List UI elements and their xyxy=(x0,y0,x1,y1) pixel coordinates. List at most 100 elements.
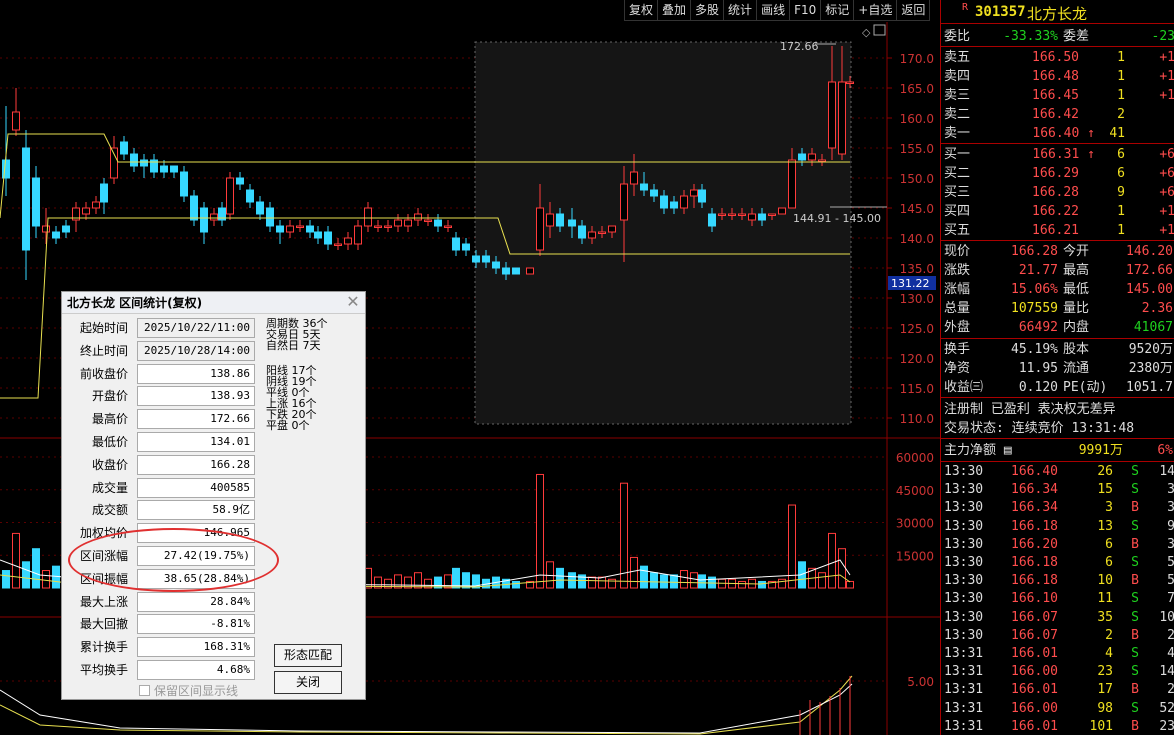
ask-row: 卖三 166.45 1 +1 xyxy=(941,86,1174,105)
keep-interval-checkbox[interactable]: 保留区间显示线 xyxy=(139,682,238,699)
volume-bar xyxy=(630,556,638,589)
volume-bar xyxy=(828,532,836,589)
tick-direction: S xyxy=(1131,700,1139,716)
fund-label: 流通 xyxy=(1063,361,1090,376)
ask-price: 166.48 xyxy=(1032,69,1079,84)
stat-value: 41067 xyxy=(1133,320,1173,335)
tick-row: 13:30 166.07 2 B 2 xyxy=(941,626,1174,645)
bid-volume: 1 xyxy=(1117,204,1125,219)
dialog-close-button[interactable]: 关闭 xyxy=(274,671,342,694)
tick-row: 13:30 166.18 6 S 5 xyxy=(941,553,1174,572)
stat-line: 平盘 0个 xyxy=(266,419,310,432)
main-force-row: 主力净额 ▤ 9991万 6% xyxy=(941,441,1174,460)
tick-time: 13:30 xyxy=(944,609,984,625)
tick-price: 166.18 xyxy=(1011,555,1058,570)
field-value: 166.28 xyxy=(137,454,255,475)
ask-row: 卖五 166.50 1 +1 xyxy=(941,48,1174,67)
toolbar-stats-button[interactable]: 统计 xyxy=(723,0,758,21)
bid-row: 买二 166.29 6 +6 xyxy=(941,164,1174,183)
candle-body xyxy=(344,237,352,245)
field-label: 成交量 xyxy=(91,480,128,495)
candle-body xyxy=(100,183,108,203)
toolbar-draw-button[interactable]: 画线 xyxy=(756,0,791,21)
trade-status-text: 交易状态: 连续竞价 13:31:48 xyxy=(944,421,1135,436)
candle-body xyxy=(314,231,322,239)
tick-count: 52 xyxy=(1159,700,1174,716)
tick-count: 2 xyxy=(1167,680,1174,699)
candle-body xyxy=(110,147,118,179)
stat-label: 外盘 xyxy=(944,320,971,335)
price-tick-label: 155.0 xyxy=(900,142,934,156)
checkbox-icon xyxy=(139,685,150,696)
bid-row: 买五 166.21 1 +1 xyxy=(941,221,1174,240)
toolbar-overlay-button[interactable]: 叠加 xyxy=(657,0,692,21)
ask-price: 166.50 xyxy=(1032,50,1079,65)
toolbar-back-button[interactable]: 返回 xyxy=(896,0,931,21)
tick-volume: 3 xyxy=(1105,500,1113,516)
panel-separator xyxy=(941,143,1174,144)
candle-body xyxy=(778,207,786,215)
tick-direction: B xyxy=(1131,627,1139,643)
pattern-match-button[interactable]: 形态匹配 xyxy=(274,644,342,667)
stat-value: 21.77 xyxy=(1018,263,1058,278)
stat-label: 涨幅 xyxy=(944,282,971,297)
candle-body xyxy=(180,171,188,197)
volume-bar xyxy=(690,572,698,589)
weibi-value: -33.33% xyxy=(1003,29,1058,44)
volume-bar xyxy=(598,576,606,589)
tick-count: 3 xyxy=(1167,498,1174,517)
field-label: 成交额 xyxy=(91,503,128,518)
close-icon[interactable]: ✕ xyxy=(345,294,361,310)
tick-direction: S xyxy=(1131,591,1139,607)
field-label: 收盘价 xyxy=(91,457,128,472)
diamond-icon: ◇ xyxy=(862,26,871,39)
chart-toolbar: 复权 叠加 多股 统计 画线 F10 标记 +自选 返回 xyxy=(624,0,931,21)
bid-label: 买一 xyxy=(944,147,971,162)
candle-body xyxy=(568,219,576,227)
price-tick-label: 115.0 xyxy=(900,382,934,396)
candle-body xyxy=(462,243,470,251)
annotation-circle xyxy=(68,528,279,592)
candle-body xyxy=(424,219,432,222)
stat-value: 2.36 xyxy=(1141,301,1173,316)
tick-volume: 13 xyxy=(1097,518,1113,534)
candle-body xyxy=(680,195,688,209)
field-value: 2025/10/22/11:00 xyxy=(137,318,255,338)
candle-body xyxy=(226,177,234,215)
candle-body xyxy=(374,225,382,228)
candle-body xyxy=(32,177,40,227)
toolbar-f10-button[interactable]: F10 xyxy=(789,0,822,21)
toolbar-multi-stock-button[interactable]: 多股 xyxy=(690,0,725,21)
candle-body xyxy=(22,147,30,251)
candle-body xyxy=(728,213,736,216)
ask-price: 166.40 ↑ xyxy=(1032,126,1095,141)
candle-body xyxy=(578,225,586,239)
candle-body xyxy=(546,213,554,227)
candle-body xyxy=(190,195,198,221)
volume-tick-label: 15000 xyxy=(896,549,934,563)
candle-body xyxy=(354,225,362,245)
toolbar-fuquan-button[interactable]: 复权 xyxy=(624,0,659,21)
stat-label: 今开 xyxy=(1063,244,1090,259)
toolbar-mark-button[interactable]: 标记 xyxy=(820,0,855,21)
tick-count: 7 xyxy=(1167,589,1174,608)
toolbar-add-watchlist-button[interactable]: +自选 xyxy=(853,0,898,21)
bid-price: 166.28 xyxy=(1032,185,1079,200)
volume-bar xyxy=(660,574,668,589)
volume-tick-label: 30000 xyxy=(896,517,934,531)
candle-body xyxy=(52,231,60,239)
volume-bar xyxy=(452,567,460,589)
fund-label: 股本 xyxy=(1063,342,1090,357)
candle-body xyxy=(246,189,254,203)
tick-direction: S xyxy=(1131,664,1139,680)
bid-row: 买一 166.31 ↑ 6 +6 xyxy=(941,145,1174,164)
volume-tick-label: 60000 xyxy=(896,451,934,465)
tick-row: 13:31 166.01 4 S 4 xyxy=(941,644,1174,663)
tick-count: 23 xyxy=(1159,718,1174,734)
price-tick-label: 130.0 xyxy=(900,292,934,306)
candle-body xyxy=(452,237,460,251)
field-label: 累计换手 xyxy=(79,640,128,655)
tick-time: 13:30 xyxy=(944,500,984,516)
tick-row: 13:30 166.07 35 S 10 xyxy=(941,608,1174,627)
fund-value: 1051.7 xyxy=(1126,380,1173,395)
